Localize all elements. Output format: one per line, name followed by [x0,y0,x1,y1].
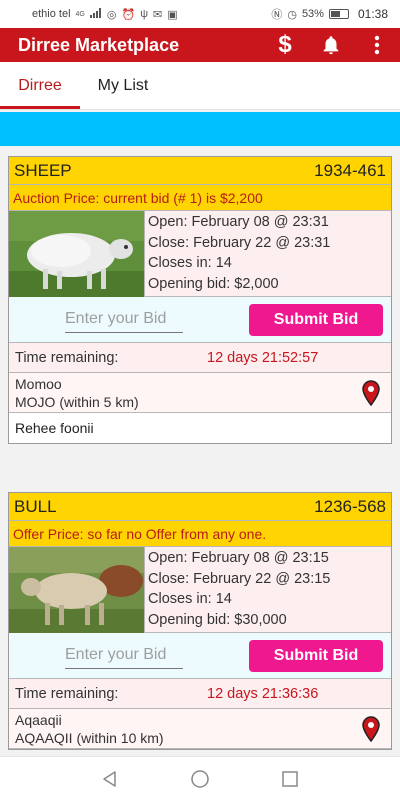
network-type-label: 4G [75,10,85,18]
time-remaining-value: 12 days 21:52:57 [207,349,319,366]
price-line: Auction Price: current bid (# 1) is $2,2… [9,185,391,211]
app-bar: Dirree Marketplace $ [0,28,400,62]
status-bar: ethio tel 4G ◎ ⏰ ψ ✉ ▣ Ⓝ ◷ 53% 01:38 [0,0,400,28]
listing-category: SHEEP [14,160,72,180]
tab-bar: Dirree My List [0,62,400,110]
dollar-icon[interactable]: $ [262,28,308,62]
nfc-icon: Ⓝ [271,9,283,21]
carrier-label: ethio tel [32,8,71,20]
home-icon[interactable] [185,764,215,794]
close-date: Close: February 22 @ 23:15 [148,570,331,587]
usb-icon: ψ [140,8,149,20]
time-remaining-row: Time remaining: 12 days 21:36:36 [9,679,391,709]
battery-icon [328,9,349,19]
image-icon: ▣ [167,8,178,21]
listing-card[interactable]: SHEEP 1934-461 Auction Price: current bi… [8,156,392,444]
listing-description: Rehee foonii [15,420,94,436]
time-remaining-label: Time remaining: [15,685,119,702]
opening-bid: Opening bid: $30,000 [148,611,287,628]
status-left: ethio tel 4G ◎ ⏰ ψ ✉ ▣ [32,7,178,21]
hotspot-icon: ◎ [106,8,117,21]
listing-info: Open: February 08 @ 23:15 Close: Februar… [9,547,391,633]
tab-my-list[interactable]: My List [80,62,166,109]
sheep-photo[interactable] [9,211,145,297]
location-row[interactable]: Aqaaqii AQAAQII (within 10 km) [9,709,391,749]
status-time: 01:38 [357,7,388,21]
time-remaining-value: 12 days 21:36:36 [207,685,319,702]
closes-in: Closes in: 14 [148,255,232,271]
card-header: BULL 1236-568 [9,493,391,521]
recents-icon[interactable] [275,764,305,794]
time-remaining-row: Time remaining: 12 days 21:52:57 [9,343,391,373]
bid-row: Submit Bid [9,297,391,343]
close-date: Close: February 22 @ 23:31 [148,234,331,251]
location-area: Aqaaqii [15,711,62,728]
bull-photo[interactable] [9,547,145,633]
time-remaining-label: Time remaining: [15,349,119,366]
back-icon[interactable] [95,764,125,794]
listing-card[interactable]: BULL 1236-568 Offer Price: so far no Off… [8,492,392,750]
price-line: Offer Price: so far no Offer from any on… [9,521,391,547]
map-pin-icon[interactable] [361,379,381,406]
listing-code: 1236-568 [314,496,386,516]
open-date: Open: February 08 @ 23:15 [148,550,329,566]
location-row[interactable]: Momoo MOJO (within 5 km) [9,373,391,413]
location-text: Momoo MOJO (within 5 km) [15,375,361,411]
location-area: Momoo [15,375,62,392]
info-banner [0,112,400,146]
open-date: Open: February 08 @ 23:31 [148,214,329,230]
listing-info: Open: February 08 @ 23:31 Close: Februar… [9,211,391,297]
listing-details: Open: February 08 @ 23:15 Close: Februar… [145,547,391,632]
mail-icon: ✉ [153,8,163,21]
listing-code: 1934-461 [314,160,386,180]
submit-bid-button[interactable]: Submit Bid [249,639,383,672]
card-header: SHEEP 1934-461 [9,157,391,185]
status-right: Ⓝ ◷ 53% 01:38 [271,6,388,22]
system-nav-bar [0,756,400,800]
battery-percent: 53% [301,8,324,20]
signal-icon [89,7,102,21]
submit-bid-button[interactable]: Submit Bid [249,303,383,336]
listing-category: BULL [14,496,57,516]
opening-bid: Opening bid: $2,000 [148,275,279,292]
closes-in: Closes in: 14 [148,591,232,607]
bid-row: Submit Bid [9,633,391,679]
bell-icon[interactable] [308,28,354,62]
listing-details: Open: February 08 @ 23:31 Close: Februar… [145,211,391,296]
bid-input[interactable] [65,306,183,333]
app-title: Dirree Marketplace [18,34,180,55]
location-town: AQAAQII (within 10 km) [15,729,164,746]
listing-list[interactable]: SHEEP 1934-461 Auction Price: current bi… [0,146,400,756]
map-pin-icon[interactable] [361,715,381,742]
alarm-icon: ⏰ [121,8,136,21]
location-text: Aqaaqii AQAAQII (within 10 km) [15,711,361,747]
clock-icon: ◷ [287,8,297,21]
location-town: MOJO (within 5 km) [15,393,139,410]
bid-input[interactable] [65,642,183,669]
tab-dirree[interactable]: Dirree [0,62,80,109]
more-vert-icon[interactable] [354,28,400,62]
